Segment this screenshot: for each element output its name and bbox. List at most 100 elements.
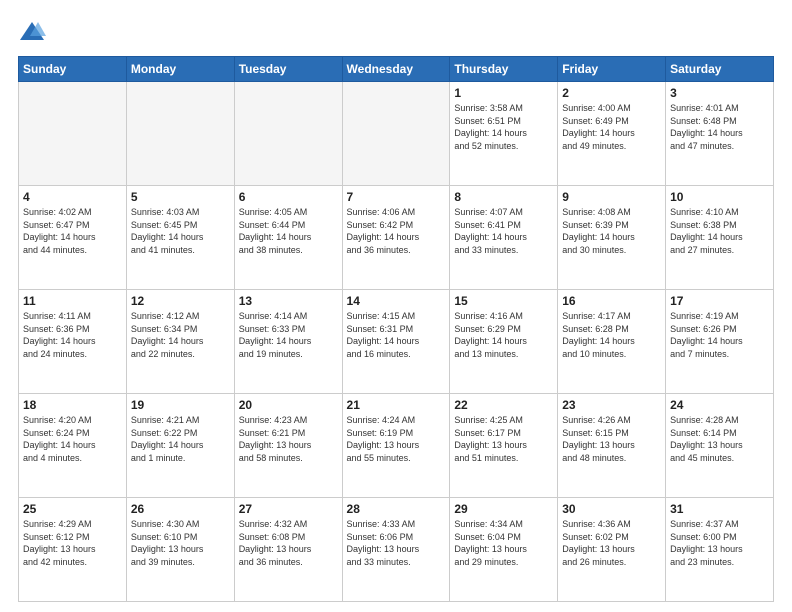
day-number: 17 xyxy=(670,294,769,308)
day-number: 9 xyxy=(562,190,661,204)
header xyxy=(18,18,774,46)
calendar-cell: 17 Sunrise: 4:19 AM Sunset: 6:26 PM Dayli… xyxy=(666,290,774,394)
day-info: Sunrise: 4:06 AM Sunset: 6:42 PM Dayligh… xyxy=(347,206,446,256)
day-info: Sunrise: 4:07 AM Sunset: 6:41 PM Dayligh… xyxy=(454,206,553,256)
weekday-header: Saturday xyxy=(666,57,774,82)
day-info: Sunrise: 4:26 AM Sunset: 6:15 PM Dayligh… xyxy=(562,414,661,464)
calendar-table: SundayMondayTuesdayWednesdayThursdayFrid… xyxy=(18,56,774,602)
calendar-week-row: 11Sunrise: 4:11 AM Sunset: 6:36 PM Dayli… xyxy=(19,290,774,394)
day-number: 8 xyxy=(454,190,553,204)
day-number: 12 xyxy=(131,294,230,308)
day-number: 20 xyxy=(239,398,338,412)
day-info: Sunrise: 4:25 AM Sunset: 6:17 PM Dayligh… xyxy=(454,414,553,464)
calendar-cell: 23 Sunrise: 4:26 AM Sunset: 6:15 PM Dayli… xyxy=(558,394,666,498)
calendar-cell: 20 Sunrise: 4:23 AM Sunset: 6:21 PM Dayli… xyxy=(234,394,342,498)
weekday-header-row: SundayMondayTuesdayWednesdayThursdayFrid… xyxy=(19,57,774,82)
day-info: Sunrise: 4:33 AM Sunset: 6:06 PM Dayligh… xyxy=(347,518,446,568)
calendar-cell: 11Sunrise: 4:11 AM Sunset: 6:36 PM Dayli… xyxy=(19,290,127,394)
calendar-cell: 18 Sunrise: 4:20 AM Sunset: 6:24 PM Dayli… xyxy=(19,394,127,498)
day-info: Sunrise: 4:28 AM Sunset: 6:14 PM Dayligh… xyxy=(670,414,769,464)
day-info: Sunrise: 4:05 AM Sunset: 6:44 PM Dayligh… xyxy=(239,206,338,256)
day-info: Sunrise: 4:08 AM Sunset: 6:39 PM Dayligh… xyxy=(562,206,661,256)
calendar-cell xyxy=(234,82,342,186)
day-number: 16 xyxy=(562,294,661,308)
calendar-cell: 4Sunrise: 4:02 AM Sunset: 6:47 PM Daylig… xyxy=(19,186,127,290)
day-number: 22 xyxy=(454,398,553,412)
day-info: Sunrise: 4:30 AM Sunset: 6:10 PM Dayligh… xyxy=(131,518,230,568)
calendar-cell: 13 Sunrise: 4:14 AM Sunset: 6:33 PM Dayli… xyxy=(234,290,342,394)
page: SundayMondayTuesdayWednesdayThursdayFrid… xyxy=(0,0,792,612)
day-info: Sunrise: 3:58 AM Sunset: 6:51 PM Dayligh… xyxy=(454,102,553,152)
day-number: 19 xyxy=(131,398,230,412)
calendar-cell: 24 Sunrise: 4:28 AM Sunset: 6:14 PM Dayli… xyxy=(666,394,774,498)
day-info: Sunrise: 4:12 AM Sunset: 6:34 PM Dayligh… xyxy=(131,310,230,360)
calendar-cell: 12 Sunrise: 4:12 AM Sunset: 6:34 PM Dayli… xyxy=(126,290,234,394)
calendar-cell: 16 Sunrise: 4:17 AM Sunset: 6:28 PM Dayli… xyxy=(558,290,666,394)
calendar-cell: 9 Sunrise: 4:08 AM Sunset: 6:39 PM Daylig… xyxy=(558,186,666,290)
calendar-cell: 10Sunrise: 4:10 AM Sunset: 6:38 PM Dayli… xyxy=(666,186,774,290)
day-number: 13 xyxy=(239,294,338,308)
weekday-header: Friday xyxy=(558,57,666,82)
day-info: Sunrise: 4:17 AM Sunset: 6:28 PM Dayligh… xyxy=(562,310,661,360)
calendar-week-row: 25 Sunrise: 4:29 AM Sunset: 6:12 PM Dayli… xyxy=(19,498,774,602)
weekday-header: Tuesday xyxy=(234,57,342,82)
day-info: Sunrise: 4:20 AM Sunset: 6:24 PM Dayligh… xyxy=(23,414,122,464)
day-info: Sunrise: 4:11 AM Sunset: 6:36 PM Dayligh… xyxy=(23,310,122,360)
day-info: Sunrise: 4:00 AM Sunset: 6:49 PM Dayligh… xyxy=(562,102,661,152)
calendar-cell: 15Sunrise: 4:16 AM Sunset: 6:29 PM Dayli… xyxy=(450,290,558,394)
day-number: 29 xyxy=(454,502,553,516)
day-number: 2 xyxy=(562,86,661,100)
day-info: Sunrise: 4:36 AM Sunset: 6:02 PM Dayligh… xyxy=(562,518,661,568)
day-number: 5 xyxy=(131,190,230,204)
calendar-cell: 14Sunrise: 4:15 AM Sunset: 6:31 PM Dayli… xyxy=(342,290,450,394)
calendar-cell xyxy=(126,82,234,186)
day-number: 23 xyxy=(562,398,661,412)
day-number: 3 xyxy=(670,86,769,100)
day-number: 28 xyxy=(347,502,446,516)
day-info: Sunrise: 4:29 AM Sunset: 6:12 PM Dayligh… xyxy=(23,518,122,568)
day-number: 6 xyxy=(239,190,338,204)
day-info: Sunrise: 4:15 AM Sunset: 6:31 PM Dayligh… xyxy=(347,310,446,360)
calendar-cell: 2 Sunrise: 4:00 AM Sunset: 6:49 PM Daylig… xyxy=(558,82,666,186)
day-number: 4 xyxy=(23,190,122,204)
calendar-cell: 5 Sunrise: 4:03 AM Sunset: 6:45 PM Daylig… xyxy=(126,186,234,290)
day-info: Sunrise: 4:23 AM Sunset: 6:21 PM Dayligh… xyxy=(239,414,338,464)
day-number: 24 xyxy=(670,398,769,412)
calendar-cell: 31 Sunrise: 4:37 AM Sunset: 6:00 PM Dayli… xyxy=(666,498,774,602)
calendar-cell: 25 Sunrise: 4:29 AM Sunset: 6:12 PM Dayli… xyxy=(19,498,127,602)
day-info: Sunrise: 4:03 AM Sunset: 6:45 PM Dayligh… xyxy=(131,206,230,256)
day-number: 25 xyxy=(23,502,122,516)
weekday-header: Thursday xyxy=(450,57,558,82)
calendar-cell: 6 Sunrise: 4:05 AM Sunset: 6:44 PM Daylig… xyxy=(234,186,342,290)
calendar-week-row: 18 Sunrise: 4:20 AM Sunset: 6:24 PM Dayli… xyxy=(19,394,774,498)
calendar-cell: 19Sunrise: 4:21 AM Sunset: 6:22 PM Dayli… xyxy=(126,394,234,498)
calendar-cell: 29Sunrise: 4:34 AM Sunset: 6:04 PM Dayli… xyxy=(450,498,558,602)
calendar-cell: 27Sunrise: 4:32 AM Sunset: 6:08 PM Dayli… xyxy=(234,498,342,602)
calendar-cell: 8 Sunrise: 4:07 AM Sunset: 6:41 PM Daylig… xyxy=(450,186,558,290)
day-number: 26 xyxy=(131,502,230,516)
day-number: 30 xyxy=(562,502,661,516)
day-number: 1 xyxy=(454,86,553,100)
calendar-cell xyxy=(19,82,127,186)
day-info: Sunrise: 4:37 AM Sunset: 6:00 PM Dayligh… xyxy=(670,518,769,568)
calendar-week-row: 4Sunrise: 4:02 AM Sunset: 6:47 PM Daylig… xyxy=(19,186,774,290)
calendar-week-row: 1 Sunrise: 3:58 AM Sunset: 6:51 PM Daylig… xyxy=(19,82,774,186)
day-number: 27 xyxy=(239,502,338,516)
day-info: Sunrise: 4:16 AM Sunset: 6:29 PM Dayligh… xyxy=(454,310,553,360)
calendar-cell: 30 Sunrise: 4:36 AM Sunset: 6:02 PM Dayli… xyxy=(558,498,666,602)
day-info: Sunrise: 4:10 AM Sunset: 6:38 PM Dayligh… xyxy=(670,206,769,256)
weekday-header: Monday xyxy=(126,57,234,82)
logo xyxy=(18,18,50,46)
day-number: 21 xyxy=(347,398,446,412)
day-number: 18 xyxy=(23,398,122,412)
calendar-cell: 28 Sunrise: 4:33 AM Sunset: 6:06 PM Dayli… xyxy=(342,498,450,602)
weekday-header: Sunday xyxy=(19,57,127,82)
calendar-cell: 3Sunrise: 4:01 AM Sunset: 6:48 PM Daylig… xyxy=(666,82,774,186)
day-info: Sunrise: 4:14 AM Sunset: 6:33 PM Dayligh… xyxy=(239,310,338,360)
calendar-cell: 26 Sunrise: 4:30 AM Sunset: 6:10 PM Dayli… xyxy=(126,498,234,602)
logo-icon xyxy=(18,18,46,46)
day-number: 31 xyxy=(670,502,769,516)
calendar-cell: 1 Sunrise: 3:58 AM Sunset: 6:51 PM Daylig… xyxy=(450,82,558,186)
calendar-cell xyxy=(342,82,450,186)
day-info: Sunrise: 4:19 AM Sunset: 6:26 PM Dayligh… xyxy=(670,310,769,360)
